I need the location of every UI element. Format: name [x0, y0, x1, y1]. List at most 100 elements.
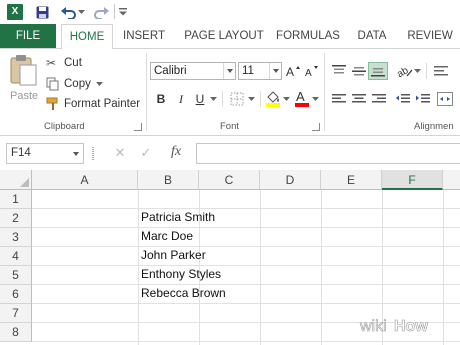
align-center-icon[interactable] — [350, 90, 368, 108]
alignment-group-label: Alignmen — [414, 121, 454, 132]
grid-line — [32, 208, 460, 209]
formula-bar-grip[interactable] — [92, 147, 94, 160]
row-header-3[interactable]: 3 — [0, 228, 32, 247]
copy-dropdown-icon[interactable] — [95, 81, 103, 87]
paste-label: Paste — [10, 90, 39, 102]
decrease-indent-icon[interactable] — [394, 90, 412, 108]
enter-icon[interactable]: ✓ — [138, 145, 154, 161]
group-separator — [146, 53, 147, 131]
font-size-dropdown-icon[interactable] — [269, 63, 281, 79]
column-header-c[interactable]: C — [199, 170, 260, 190]
name-box[interactable]: F14 — [6, 143, 84, 164]
quick-access-toolbar: X — [0, 0, 460, 24]
svg-text:A: A — [286, 65, 294, 78]
tab-home[interactable]: HOME — [61, 24, 113, 49]
font-group-label: Font — [220, 121, 240, 132]
underline-button[interactable]: U — [191, 90, 209, 108]
cancel-icon[interactable]: ✕ — [112, 145, 128, 161]
cut-label: Cut — [64, 57, 82, 69]
clipboard-group-label: Clipboard — [44, 121, 85, 132]
column-header-d[interactable]: D — [260, 170, 321, 190]
grid-line — [32, 341, 460, 342]
insert-function-button[interactable]: fx — [166, 144, 186, 162]
row-header-2[interactable]: 2 — [0, 209, 32, 228]
redo-icon[interactable] — [92, 3, 110, 21]
customize-qat-icon[interactable] — [117, 3, 129, 21]
borders-icon[interactable] — [228, 90, 246, 108]
align-left-icon[interactable] — [330, 90, 348, 108]
cut-button[interactable]: ✂ Cut — [46, 54, 126, 72]
wikihow-watermark: wiki How — [358, 313, 454, 337]
fill-color-dropdown-icon[interactable] — [281, 90, 291, 108]
grid-line — [32, 284, 460, 285]
formula-input[interactable] — [196, 143, 460, 164]
row-header-6[interactable]: 6 — [0, 285, 32, 304]
undo-dropdown-icon[interactable] — [76, 3, 86, 21]
merge-center-icon[interactable] — [436, 90, 454, 108]
middle-align-icon[interactable] — [350, 62, 368, 80]
tab-insert[interactable]: INSERT — [118, 24, 170, 48]
bold-button[interactable]: B — [152, 90, 170, 108]
format-painter-button[interactable]: Format Painter — [46, 95, 146, 113]
tab-review[interactable]: REVIEW — [402, 24, 458, 48]
orientation-dropdown-icon[interactable] — [412, 62, 422, 80]
group-separator — [324, 53, 325, 131]
wrap-text-icon[interactable] — [432, 62, 450, 80]
bottom-align-icon[interactable] — [368, 62, 388, 80]
ribbon-tabs: FILE HOME INSERT PAGE LAYOUT FORMULAS DA… — [0, 24, 460, 49]
cell-b3[interactable]: Marc Doe — [141, 227, 193, 246]
align-right-icon[interactable] — [370, 90, 388, 108]
grid-line — [32, 303, 460, 304]
cell-b5[interactable]: Enthony Styles — [141, 265, 221, 284]
excel-logo-icon: X — [7, 4, 23, 20]
column-header-b[interactable]: B — [138, 170, 199, 190]
font-name-combo[interactable]: Calibri — [150, 62, 236, 80]
font-group-divider — [222, 91, 223, 107]
row-header-8[interactable]: 8 — [0, 323, 32, 342]
name-box-dropdown-icon[interactable] — [73, 152, 79, 156]
increase-indent-icon[interactable] — [414, 90, 432, 108]
select-all-button[interactable] — [0, 170, 32, 190]
tab-data[interactable]: DATA — [348, 24, 396, 48]
row-header-5[interactable]: 5 — [0, 266, 32, 285]
cell-b2[interactable]: Patricia Smith — [141, 208, 215, 227]
tab-page-layout[interactable]: PAGE LAYOUT — [178, 24, 270, 48]
copy-button[interactable]: Copy — [46, 75, 126, 93]
fill-color-icon[interactable] — [264, 89, 282, 107]
top-align-icon[interactable] — [330, 62, 348, 80]
column-header-e[interactable]: E — [321, 170, 382, 190]
paste-button[interactable]: Paste — [8, 53, 39, 102]
svg-text:ab: ab — [397, 65, 411, 78]
cell-b6[interactable]: Rebecca Brown — [141, 284, 226, 303]
row-header-7[interactable]: 7 — [0, 304, 32, 323]
column-header-f[interactable]: F — [382, 170, 443, 190]
font-size-combo[interactable]: 11 — [238, 62, 282, 80]
save-icon[interactable] — [33, 3, 51, 21]
scissors-icon: ✂ — [46, 56, 57, 70]
underline-dropdown-icon[interactable] — [208, 90, 218, 108]
copy-icon — [46, 77, 59, 91]
name-box-value: F14 — [11, 147, 31, 159]
font-group-divider — [260, 91, 261, 107]
alignment-divider — [426, 63, 427, 79]
cell-b4[interactable]: John Parker — [141, 246, 206, 265]
font-size-value: 11 — [242, 65, 254, 77]
row-header-1[interactable]: 1 — [0, 190, 32, 209]
tab-file[interactable]: FILE — [0, 24, 56, 48]
row-header-4[interactable]: 4 — [0, 247, 32, 266]
borders-dropdown-icon[interactable] — [246, 90, 256, 108]
ribbon: Paste ✂ Cut Copy Format Painter Clipboar… — [0, 48, 460, 136]
column-header-a[interactable]: A — [32, 170, 138, 190]
font-name-dropdown-icon[interactable] — [223, 63, 235, 79]
copy-label: Copy — [64, 78, 91, 90]
clipboard-launcher-icon[interactable] — [134, 123, 142, 131]
format-painter-label: Format Painter — [64, 98, 141, 110]
shrink-font-icon[interactable]: A — [303, 62, 321, 80]
font-launcher-icon[interactable] — [312, 123, 320, 131]
grow-font-icon[interactable]: A — [284, 62, 302, 80]
column-header-g[interactable] — [443, 170, 460, 190]
tab-formulas[interactable]: FORMULAS — [272, 24, 344, 48]
font-color-dropdown-icon[interactable] — [310, 90, 320, 108]
italic-button[interactable]: I — [172, 90, 190, 108]
font-color-icon[interactable]: A — [293, 89, 311, 107]
